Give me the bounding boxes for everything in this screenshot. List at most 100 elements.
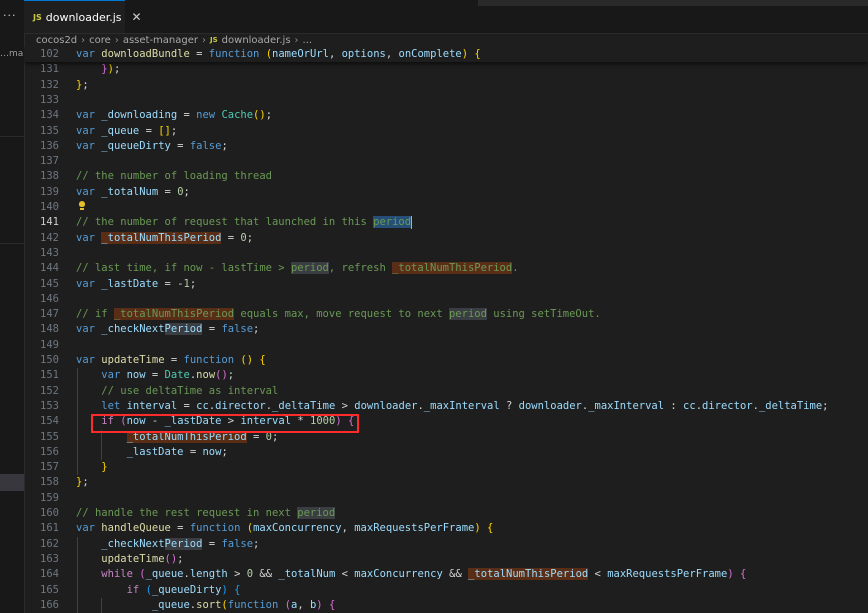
code-text: var _lastDate = -1; — [76, 277, 197, 290]
code-text: _queue.sort(function (a, b) { — [151, 598, 336, 611]
code-line[interactable]: 137 — [24, 154, 868, 169]
line-number: 148 — [40, 323, 59, 336]
line-number: 163 — [40, 552, 59, 565]
code-line[interactable]: 142 var _totalNumThisPeriod = 0; — [24, 231, 868, 246]
line-number: 162 — [40, 537, 59, 550]
sticky-scroll-line[interactable]: 102 var downloadBundle = function (nameOr… — [24, 47, 868, 63]
code-line[interactable]: 141 // the number of request that launche… — [24, 215, 868, 230]
code-line[interactable]: 163 updateTime(); — [24, 552, 868, 567]
more-actions-icon[interactable]: ··· — [3, 9, 17, 22]
code-line[interactable]: 136 var _queueDirty = false; — [24, 139, 868, 154]
code-line[interactable]: 135 var _queue = []; — [24, 124, 868, 139]
breadcrumb-item[interactable]: core — [89, 35, 111, 46]
code-line[interactable]: 134 var _downloading = new Cache(); — [24, 108, 868, 123]
code-text: let interval = cc.director._deltaTime > … — [101, 399, 829, 412]
code-text: }; — [76, 476, 89, 489]
code-line[interactable]: 165 if (_queueDirty) { — [24, 583, 868, 598]
line-number: 132 — [40, 78, 59, 91]
lightbulb-icon[interactable] — [79, 201, 85, 210]
line-number: 146 — [40, 292, 59, 305]
tab-bar: JS downloader.js ✕ — [24, 0, 868, 34]
line-number: 143 — [40, 246, 59, 259]
code-line[interactable]: 159 — [24, 491, 868, 506]
code-line[interactable]: 158}; — [24, 475, 868, 490]
code-line[interactable]: 164 while (_queue.length > 0 && _totalNu… — [24, 567, 868, 582]
code-line[interactable]: 156 _lastDate = now; — [24, 445, 868, 460]
code-text: var _queue = []; — [76, 124, 178, 137]
code-line[interactable]: 166 _queue.sort(function (a, b) { — [24, 598, 868, 613]
code-line[interactable]: 160 // handle the rest request in next pe… — [24, 506, 868, 521]
line-number: 164 — [40, 568, 59, 581]
code-text: // the number of request that launched i… — [76, 215, 413, 229]
line-number: 156 — [40, 445, 59, 458]
clipped-sidebar-label[interactable]: …mana… — [0, 49, 24, 59]
breadcrumb: cocos2d › core › asset-manager › JS down… — [24, 33, 868, 47]
code-text: var now = Date.now(); — [101, 369, 235, 382]
line-number: 159 — [40, 491, 59, 504]
code-line[interactable]: 139 var _totalNum = 0; — [24, 185, 868, 200]
line-number: 157 — [40, 461, 59, 474]
javascript-file-icon: JS — [210, 36, 218, 44]
code-text: while (_queue.length > 0 && _totalNum < … — [101, 568, 747, 581]
line-number: 136 — [40, 139, 59, 152]
code-line[interactable]: 152 // use deltaTime as interval — [24, 384, 868, 399]
code-text: } — [101, 461, 108, 474]
code-line[interactable]: 145 var _lastDate = -1; — [24, 277, 868, 292]
code-line[interactable]: 133 — [24, 93, 868, 108]
divider — [0, 243, 24, 244]
code-editor[interactable]: 102 var downloadBundle = function (nameOr… — [24, 47, 868, 613]
code-line[interactable]: 147 // if _totalNumThisPeriod equals max,… — [24, 307, 868, 322]
code-line[interactable]: 153 let interval = cc.director._deltaTim… — [24, 399, 868, 414]
chevron-right-icon: › — [202, 34, 207, 46]
line-number: 133 — [40, 93, 59, 106]
code-line[interactable]: 143 — [24, 246, 868, 261]
code-text: _checkNextPeriod = false; — [101, 537, 260, 550]
close-icon[interactable]: ✕ — [132, 10, 142, 24]
code-text: var _queueDirty = false; — [76, 139, 228, 152]
line-number: 142 — [40, 231, 59, 244]
chevron-right-icon: › — [294, 34, 299, 46]
line-number: 137 — [40, 155, 59, 168]
code-text: _lastDate = now; — [126, 445, 228, 458]
line-number: 166 — [40, 598, 59, 611]
code-line[interactable]: 150 var updateTime = function () { — [24, 353, 868, 368]
code-line[interactable]: 132}; — [24, 78, 868, 93]
line-number: 134 — [40, 109, 59, 122]
code-line[interactable]: 131 }); — [24, 62, 868, 77]
code-line[interactable]: 146 — [24, 292, 868, 307]
line-number: 161 — [40, 522, 59, 535]
line-number: 158 — [40, 476, 59, 489]
code-line[interactable]: 148 var _checkNextPeriod = false; — [24, 322, 868, 337]
line-number: 150 — [40, 354, 59, 366]
scrollbar[interactable] — [858, 47, 868, 613]
line-number: 160 — [40, 507, 59, 519]
side-panel-strip: ··· …mana… — [0, 0, 25, 613]
code-line[interactable]: 144 // last time, if now - lastTime > per… — [24, 261, 868, 276]
line-number: 154 — [40, 415, 59, 428]
tab-downloader-js[interactable]: JS downloader.js ✕ — [24, 0, 142, 33]
code-line[interactable]: 138 // the number of loading thread — [24, 169, 868, 184]
tab-label: downloader.js — [45, 10, 122, 24]
line-number: 149 — [40, 338, 59, 351]
breadcrumb-item[interactable]: ... — [303, 35, 313, 46]
code-line[interactable]: 161 var handleQueue = function (maxConcur… — [24, 521, 868, 536]
code-line[interactable]: 157 } — [24, 460, 868, 475]
tab-bar-empty-area — [478, 0, 868, 6]
line-number: 147 — [40, 308, 59, 321]
line-number: 140 — [40, 201, 59, 213]
code-line[interactable]: 162 _checkNextPeriod = false; — [24, 537, 868, 552]
selected-sidebar-item[interactable] — [0, 474, 24, 491]
breadcrumb-item[interactable]: asset-manager — [123, 35, 198, 46]
code-line[interactable]: 149 — [24, 338, 868, 353]
divider — [0, 136, 24, 137]
code-line[interactable]: 151 var now = Date.now(); — [24, 368, 868, 383]
indent-guide — [101, 597, 102, 613]
code-text: // the number of loading thread — [76, 170, 272, 183]
code-text: }); — [101, 63, 121, 76]
code-text: // if _totalNumThisPeriod equals max, mo… — [76, 308, 601, 321]
line-number: 141 — [40, 216, 59, 229]
breadcrumb-item[interactable]: cocos2d — [36, 35, 77, 46]
code-line[interactable]: 140 — [24, 200, 868, 215]
breadcrumb-item[interactable]: downloader.js — [222, 35, 291, 46]
code-text: var updateTime = function () { — [76, 354, 266, 366]
